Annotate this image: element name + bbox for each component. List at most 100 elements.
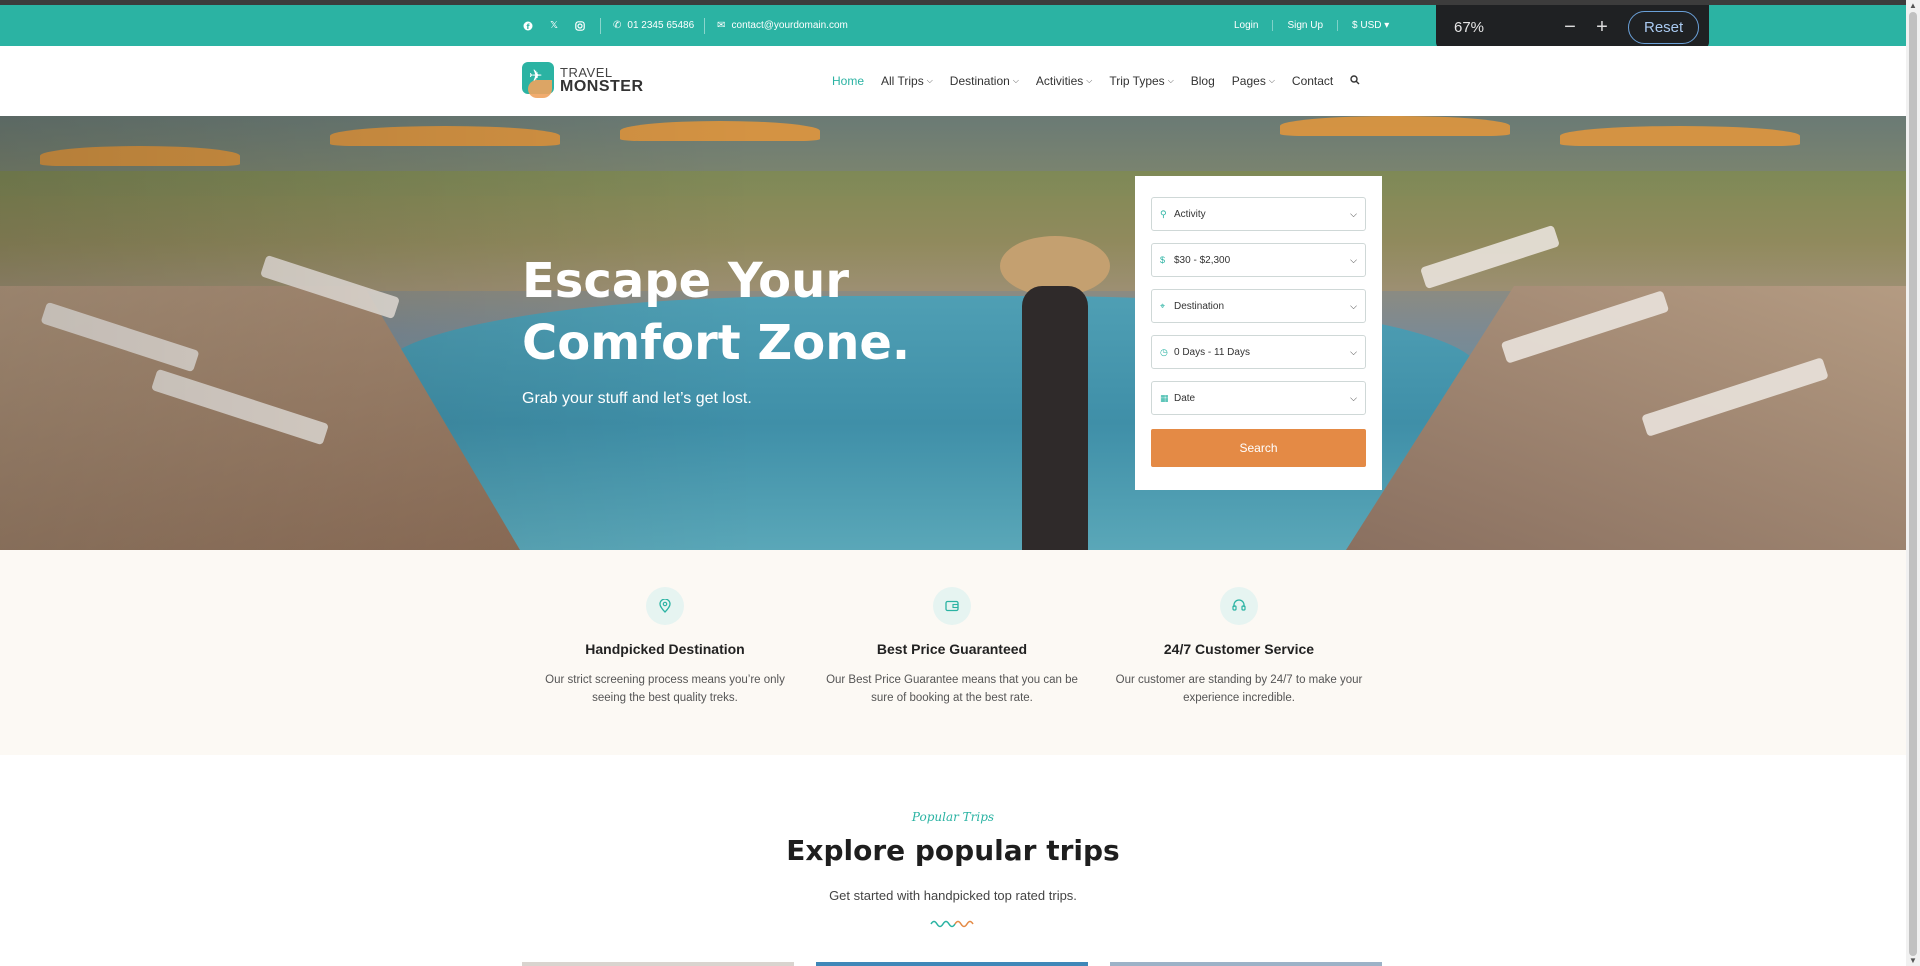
divider [600,17,601,34]
chevron-down-icon: ⌵ [1350,346,1357,357]
nav-activities[interactable]: Activities ⌵ [1036,74,1092,88]
zoom-reset-button[interactable]: Reset [1628,11,1700,44]
nav-destination[interactable]: Destination ⌵ [950,74,1019,88]
chevron-down-icon: ⌵ [1268,76,1275,85]
nav-label: All Trips [881,74,924,88]
email-link[interactable]: ✉ contact@yourdomain.com [717,20,848,31]
feature-description: Our strict screening process means you’r… [530,671,800,707]
phone-number: 01 2345 65486 [627,20,695,31]
price-value: $30 - $2,300 [1174,254,1231,266]
date-value: Date [1174,392,1196,404]
nav-blog[interactable]: Blog [1191,74,1215,88]
instagram-icon[interactable] [574,20,586,32]
hero-subtitle: Grab your stuff and let’s get lost. [522,390,752,407]
nav-label: Trip Types [1109,74,1165,88]
trip-card-preview[interactable] [522,962,794,966]
trip-card-preview[interactable] [1110,962,1382,966]
page-scrollbar[interactable]: ▲ ▼ [1906,0,1920,966]
facebook-icon[interactable]: f [522,20,534,32]
hero-overlay [0,116,1906,550]
clock-icon: ◷ [1160,346,1168,357]
price-range-select[interactable]: $ $30 - $2,300 ⌵ [1151,243,1366,277]
chevron-down-icon: ⌵ [1350,392,1357,403]
search-button[interactable]: Search [1151,429,1366,467]
chevron-down-icon: ⌵ [1012,76,1019,85]
location-pin-icon [646,587,684,625]
login-link[interactable]: Login [1220,20,1272,31]
zoom-out-button[interactable]: − [1554,16,1586,39]
bicycle-icon: ⚲ [1160,208,1167,219]
nav-trip-types[interactable]: Trip Types ⌵ [1109,74,1173,88]
wallet-icon [933,587,971,625]
destination-value: Destination [1174,300,1225,312]
phone-link[interactable]: ✆ 01 2345 65486 [613,20,694,31]
feature-description-line: sure of booking at the best rate. [871,692,1033,704]
search-icon[interactable] [1350,74,1360,88]
nav-pages[interactable]: Pages ⌵ [1232,74,1275,88]
calendar-icon: ▦ [1160,392,1169,403]
nav-contact[interactable]: Contact [1292,74,1333,88]
headset-icon [1220,587,1258,625]
nav-all-trips[interactable]: All Trips ⌵ [881,74,933,88]
logo-line-2: MONSTER [560,78,644,95]
signup-link[interactable]: Sign Up [1272,20,1337,31]
hero-title-line-1: Escape Your [522,253,849,309]
nav-label: Home [832,74,865,88]
section-title: Explore popular trips [786,834,1120,867]
feature-title: Handpicked Destination [585,641,745,657]
chevron-down-icon: ⌵ [1350,208,1357,219]
airplane-icon: ✈ [529,68,543,85]
feature-description: Our Best Price Guarantee means that you … [817,671,1087,707]
zoom-level: 67% [1454,19,1485,36]
activity-select[interactable]: ⚲ Activity ⌵ [1151,197,1366,231]
chevron-down-icon: ⌵ [1167,76,1174,85]
scroll-down-arrow-icon[interactable]: ▼ [1909,956,1917,965]
feature-customer-service: 24/7 Customer Service Our customer are s… [1104,587,1374,707]
scrollbar-thumb[interactable] [1909,12,1917,956]
chevron-down-icon: ⌵ [926,76,933,85]
duration-select[interactable]: ◷ 0 Days - 11 Days ⌵ [1151,335,1366,369]
hero-banner [0,116,1906,550]
nav-label: Blog [1190,74,1215,88]
x-twitter-icon[interactable]: 𝕏 [548,20,560,32]
currency-label: $ USD [1352,20,1382,31]
location-pin-icon: ⌖ [1160,300,1166,311]
activity-value: Activity [1174,208,1206,220]
feature-description-line: seeing the best quality treks. [592,692,738,704]
feature-description-line: Our Best Price Guarantee means that you … [826,674,1078,686]
feature-title: 24/7 Customer Service [1163,641,1315,657]
nav-label: Destination [949,74,1010,88]
decorative-squiggle [930,920,974,928]
logo-text: TRAVEL MONSTER [560,66,644,95]
feature-description-line: experience incredible. [1183,692,1295,704]
caret-down-icon: ▾ [1384,20,1390,31]
logo-mark: ✈ [522,62,554,98]
feature-best-price: Best Price Guaranteed Our Best Price Gua… [817,587,1087,707]
hero-title-line-2: Comfort Zone. [522,315,911,371]
destination-select[interactable]: ⌖ Destination ⌵ [1151,289,1366,323]
currency-selector[interactable]: $ USD ▾ [1337,20,1403,31]
feature-handpicked: Handpicked Destination Our strict screen… [530,587,800,707]
date-select[interactable]: ▦ Date ⌵ [1151,381,1366,415]
nav-home[interactable]: Home [832,74,864,88]
dollar-icon: $ [1160,255,1166,265]
site-header: ✈ TRAVEL MONSTER Home All Trips ⌵ Destina… [0,46,1906,116]
feature-description: Our customer are standing by 24/7 to mak… [1104,671,1374,707]
section-eyebrow: Popular Trips [911,810,995,824]
email-address: contact@yourdomain.com [731,20,848,31]
divider [704,17,706,34]
mail-icon: ✉ [717,20,726,31]
feature-title: Best Price Guaranteed [876,641,1028,657]
feature-description-line: Our customer are standing by 24/7 to mak… [1115,674,1363,686]
trip-card-preview[interactable] [816,962,1088,966]
browser-zoom-popup: 67% − + Reset [1436,5,1709,50]
nav-label: Activities [1035,74,1084,88]
nav-label: Pages [1231,74,1266,88]
features-section: Handpicked Destination Our strict screen… [0,550,1906,755]
zoom-in-button[interactable]: + [1586,16,1618,39]
duration-value: 0 Days - 11 Days [1174,346,1250,358]
chevron-down-icon: ⌵ [1350,300,1357,311]
main-nav: Home All Trips ⌵ Destination ⌵ Activities ⌵… [832,46,1360,116]
scroll-up-arrow-icon[interactable]: ▲ [1909,1,1917,10]
site-logo[interactable]: ✈ TRAVEL MONSTER [522,62,644,98]
